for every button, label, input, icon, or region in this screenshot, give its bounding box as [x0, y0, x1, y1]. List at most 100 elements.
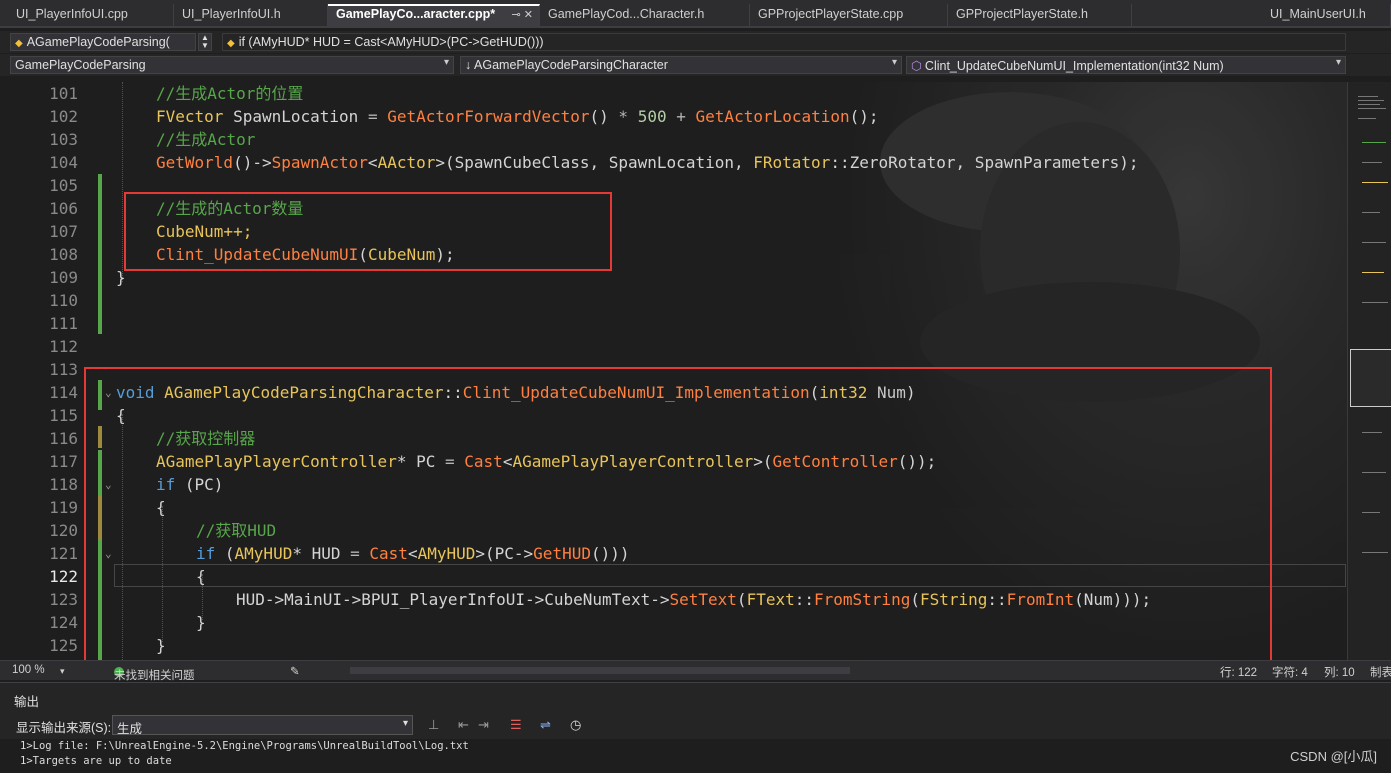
issues-text: 未找到相关问题: [114, 670, 195, 682]
tab-bar: UI_PlayerInfoUI.cpp UI_PlayerInfoUI.h Ga…: [0, 0, 1391, 28]
tab-label: UI_PlayerInfoUI.cpp: [16, 7, 128, 21]
output-source-label: 显示输出来源(S):: [16, 721, 112, 735]
output-title: 输出: [14, 695, 40, 709]
code-line: 103 //生成Actor: [0, 128, 1347, 151]
tabs-indicator[interactable]: 制表: [1370, 664, 1391, 680]
arrow-down-icon: ↓: [465, 58, 475, 72]
project-combo-label: GamePlayCodeParsing: [15, 58, 146, 72]
line-number: 102: [49, 107, 78, 126]
status-bar: 100 % ▾ 未找到相关问题 ✎ 行: 122 字符: 4 列: 10 制表: [0, 660, 1391, 682]
line-number: 123: [49, 590, 78, 609]
tab-gameplaycodeparsingcharacter-cpp[interactable]: GamePlayCo...aracter.cpp* ⊸ ✕: [328, 4, 540, 26]
breadcrumb[interactable]: ◆ if (AMyHUD* HUD = Cast<AMyHUD>(PC->GetH…: [222, 33, 1346, 51]
tab-ui-playerinfoui-h[interactable]: UI_PlayerInfoUI.h: [174, 4, 328, 26]
breadcrumb-text: if (AMyHUD* HUD = Cast<AMyHUD>(PC->GetHU…: [238, 35, 544, 49]
line-indicator[interactable]: 行: 122: [1220, 664, 1257, 680]
line-number: 120: [49, 521, 78, 540]
scope-icon: ◆: [15, 38, 23, 49]
code-text: //生成Actor的位置: [156, 84, 304, 103]
line-number: 109: [49, 268, 78, 287]
line-number: 114: [49, 383, 78, 402]
zoom-level[interactable]: 100 %: [12, 664, 45, 676]
code-line: 102 FVector SpawnLocation = GetActorForwa…: [0, 105, 1347, 128]
line-number: 103: [49, 130, 78, 149]
line-number: 116: [49, 429, 78, 448]
line-number: 106: [49, 199, 78, 218]
previous-message-icon[interactable]: ⇤: [458, 717, 469, 733]
scope-bar: ◆ AGamePlayCodeParsing( ▲ ▼ ◆ if (AMyHUD* H…: [0, 31, 1391, 53]
line-number: 125: [49, 636, 78, 655]
output-toolbar: 显示输出来源(S): 生成 ▾ ⊥ ⇤ ⇥ ☰ ⇌ ◷: [0, 713, 1391, 737]
next-message-icon[interactable]: ⇥: [478, 717, 489, 733]
code-text: FVector SpawnLocation = GetActorForwardV…: [156, 107, 879, 126]
tab-label: UI_MainUserUI.h: [1270, 7, 1366, 21]
column-indicator[interactable]: 列: 10: [1324, 664, 1355, 680]
scope-combo-label: AGamePlayCodeParsing(: [26, 35, 170, 49]
code-line: 101 //生成Actor的位置: [0, 82, 1347, 105]
tab-label: GPProjectPlayerState.cpp: [758, 7, 904, 21]
output-line: 1>Targets are up to date: [20, 755, 172, 767]
line-number: 113: [49, 360, 78, 379]
output-source-select[interactable]: 生成 ▾: [112, 715, 413, 736]
line-number: 124: [49, 613, 78, 632]
annotation-box-cubenum: [124, 192, 612, 271]
line-number: 117: [49, 452, 78, 471]
line-number: 107: [49, 222, 78, 241]
code-text: GetWorld()->SpawnActor<AActor>(SpawnCube…: [156, 153, 1139, 172]
line-number: 104: [49, 153, 78, 172]
watermark: CSDN @[小瓜]: [1290, 749, 1377, 764]
tab-label: GamePlayCo...aracter.cpp*: [336, 7, 496, 21]
clock-icon[interactable]: ◷: [570, 717, 581, 733]
output-text[interactable]: 1>Log file: F:\UnrealEngine-5.2\Engine\P…: [0, 739, 1391, 773]
code-editor[interactable]: 101 //生成Actor的位置 102 FVector SpawnLocation…: [0, 82, 1347, 660]
word-wrap-icon[interactable]: ⇌: [540, 717, 551, 733]
tab-gameplaycodeparsingcharacter-h[interactable]: GamePlayCod...Character.h: [540, 4, 750, 26]
char-indicator[interactable]: 字符: 4: [1272, 664, 1308, 680]
navigation-bar: GamePlayCodeParsing ▾ ↓ AGamePlayCodePar…: [0, 54, 1391, 76]
find-message-icon[interactable]: ⊥: [428, 717, 439, 733]
chevron-down-icon: ▾: [443, 57, 449, 68]
annotation-box-implementation: [84, 367, 1272, 660]
line-number: 118: [49, 475, 78, 494]
minimap-viewport[interactable]: [1350, 349, 1391, 407]
tab-label: UI_PlayerInfoUI.h: [182, 7, 281, 21]
tab-gpprojectplayerstate-cpp[interactable]: GPProjectPlayerState.cpp: [750, 4, 948, 26]
method-icon: ⬡: [911, 59, 922, 73]
output-line: 1>Log file: F:\UnrealEngine-5.2\Engine\P…: [20, 740, 469, 752]
line-number: 105: [49, 176, 78, 195]
pin-close-icons[interactable]: ⊸ ✕: [512, 8, 534, 21]
brush-icon[interactable]: ✎: [290, 664, 300, 678]
line-number: 110: [49, 291, 78, 310]
scope-spinner[interactable]: ▲ ▼: [198, 33, 212, 51]
line-number: 115: [49, 406, 78, 425]
project-combo[interactable]: GamePlayCodeParsing ▾: [10, 56, 454, 74]
output-panel: 输出 显示输出来源(S): 生成 ▾ ⊥ ⇤ ⇥ ☰ ⇌ ◷ 1>Log fil…: [0, 682, 1391, 773]
line-number: 119: [49, 498, 78, 517]
code-line: 112: [0, 335, 1347, 358]
line-number: 108: [49, 245, 78, 264]
tab-label: GamePlayCod...Character.h: [548, 7, 705, 21]
code-line: 104 GetWorld()->SpawnActor<AActor>(SpawnC…: [0, 151, 1347, 174]
line-number: 111: [49, 314, 78, 333]
chevron-down-icon: ▾: [1335, 57, 1341, 68]
scope-combo[interactable]: ◆ AGamePlayCodeParsing(: [10, 33, 196, 51]
class-combo-label: AGamePlayCodeParsingCharacter: [474, 58, 668, 72]
tab-ui-mainuserui-h[interactable]: UI_MainUserUI.h: [1262, 4, 1391, 26]
clear-all-icon[interactable]: ☰: [510, 717, 522, 733]
zoom-dropdown-icon[interactable]: ▾: [60, 666, 65, 677]
line-number: 112: [49, 337, 78, 356]
tab-ui-playerinfoui-cpp[interactable]: UI_PlayerInfoUI.cpp: [8, 4, 174, 26]
line-number: 121: [49, 544, 78, 563]
minimap[interactable]: [1347, 82, 1391, 660]
code-line: 110: [0, 289, 1347, 312]
horizontal-scrollbar[interactable]: [350, 667, 850, 674]
member-combo[interactable]: ⬡ Clint_UpdateCubeNumUI_Implementation(in…: [906, 56, 1346, 74]
code-line: 111: [0, 312, 1347, 335]
chevron-down-icon: ▾: [402, 718, 408, 729]
tab-gpprojectplayerstate-h[interactable]: GPProjectPlayerState.h: [948, 4, 1132, 26]
line-number: 101: [49, 84, 78, 103]
class-combo[interactable]: ↓ AGamePlayCodeParsingCharacter ▾: [460, 56, 902, 74]
breadcrumb-icon: ◆: [227, 38, 235, 49]
chevron-down-icon: ▾: [891, 57, 897, 68]
code-text: //生成Actor: [156, 130, 256, 149]
